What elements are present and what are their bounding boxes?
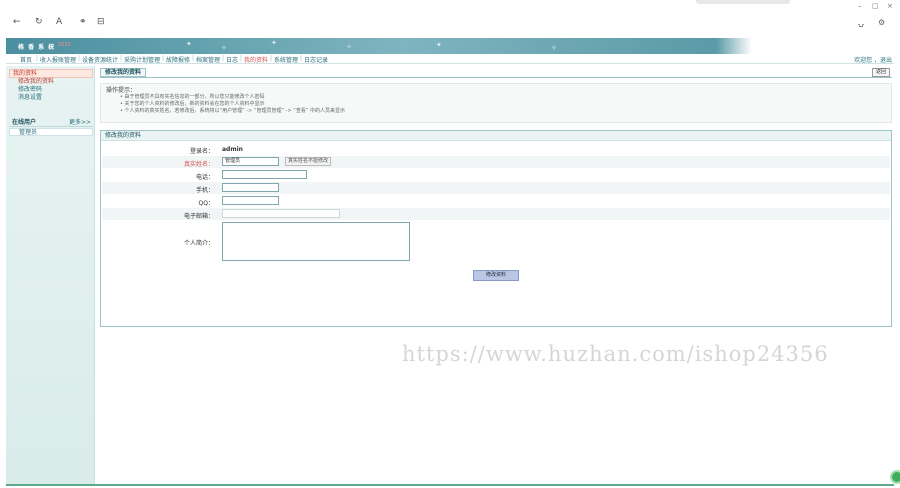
real-name-note: 真实姓名不能修改: [285, 157, 332, 166]
topnav-item-archive[interactable]: 档案管理: [196, 55, 220, 64]
close-icon[interactable]: ×: [887, 2, 893, 10]
topnav-item-income[interactable]: 收入报账管理: [40, 55, 76, 64]
extensions-icon[interactable]: ⚭: [79, 17, 87, 27]
watermark-text: https://www.huzhan.com/ishop24356: [402, 342, 829, 366]
profile-form: 修改我的资料 登录名： admin 真实姓名： 管理员 真实姓名不能修改 电话：…: [100, 130, 892, 327]
sparkle-decoration: ✧: [551, 44, 557, 52]
online-users-more-link[interactable]: 更多>>: [69, 118, 91, 127]
form-row-real-name: 真实姓名： 管理员 真实姓名不能修改: [102, 156, 890, 168]
tip-line: • 由于管理员不具有实名信息的一部分，所以您只能修改个人密码: [120, 94, 265, 100]
bottom-border: [6, 484, 894, 486]
topnav-item-log[interactable]: 日志: [226, 55, 238, 64]
sidebar-group-title[interactable]: 我的资料: [9, 69, 93, 78]
real-name-label: 真实姓名：: [183, 161, 214, 168]
tip-line: • 关于您的个人资料的修改后，新的资料会在您的个人资料中显示: [120, 101, 265, 107]
email-label: 电子邮箱：: [183, 213, 214, 220]
sidebar-item-edit-profile[interactable]: 修改我的资料: [9, 78, 93, 86]
restore-icon[interactable]: ▢: [872, 2, 879, 10]
app-title: 格 香 系 统: [18, 44, 56, 51]
form-row-intro: 个人简介：: [102, 221, 890, 262]
main-content: 修改我的资料 返回 操作提示： • 由于管理员不具有实名信息的一部分，所以您只能…: [98, 66, 894, 484]
sidebar: 我的资料 修改我的资料 修改密码 消息设置 在线用户 更多>> 管理员: [6, 66, 95, 484]
sparkle-decoration: ✧: [346, 43, 352, 51]
sidebar-group-my-profile: 我的资料 修改我的资料 修改密码 消息设置: [9, 69, 93, 102]
topnav-item-purchase[interactable]: 采购计划管理: [124, 55, 160, 64]
topnav-item-repair[interactable]: 故障报修: [166, 55, 190, 64]
qq-input[interactable]: [222, 196, 279, 205]
tabs-icon[interactable]: ⊟: [97, 17, 105, 27]
browser-chrome: – ▢ × ← ↻ A ⚭ ⊟ ⍽ ⚙: [0, 0, 900, 38]
back-arrow-icon[interactable]: ←: [13, 17, 21, 27]
reader-mode-icon[interactable]: A: [56, 17, 62, 27]
form-row-email: 电子邮箱：: [102, 208, 890, 220]
form-row-mobile: 手机：: [102, 182, 890, 194]
form-row-phone: 电话：: [102, 169, 890, 181]
tab-edit-profile[interactable]: 修改我的资料: [100, 68, 147, 77]
phone-label: 电话：: [195, 174, 214, 181]
minimize-icon[interactable]: –: [858, 2, 862, 10]
login-name-label: 登录名：: [189, 148, 214, 155]
topnav-item-log-records[interactable]: 日志记录: [304, 55, 328, 64]
intro-label: 个人简介：: [183, 240, 214, 247]
submit-button[interactable]: 修改资料: [473, 270, 519, 281]
form-row-login: 登录名： admin: [102, 144, 890, 155]
topnav-item-system[interactable]: 系统管理: [274, 55, 298, 64]
sparkle-decoration: ✧: [221, 44, 227, 52]
tips-title: 操作提示：: [106, 87, 137, 94]
tab-divider: [100, 77, 892, 78]
sparkle-decoration: ✦: [186, 40, 192, 48]
sidebar-item-change-password[interactable]: 修改密码: [9, 86, 93, 94]
online-user-item[interactable]: 管理员: [9, 128, 93, 136]
phone-input[interactable]: [222, 170, 307, 179]
topnav-item-my-profile[interactable]: 我的资料: [244, 55, 268, 64]
online-users-title: 在线用户 更多>>: [9, 118, 93, 127]
email-input[interactable]: [222, 209, 340, 218]
settings-icon[interactable]: ⚙: [878, 18, 885, 27]
app-title-tag: 2022: [58, 42, 71, 48]
sidebar-item-message-settings[interactable]: 消息设置: [9, 94, 93, 102]
app-header: 格 香 系 统 2022 ✦ ✧ ✦ ✧ ✦ ✧: [6, 38, 894, 54]
login-name-value: admin: [222, 146, 243, 153]
intro-textarea[interactable]: [222, 222, 410, 261]
topnav-item-equipment[interactable]: 设备资源统计: [82, 55, 118, 64]
form-row-qq: QQ：: [102, 195, 890, 207]
browser-tab-strip[interactable]: [696, 0, 790, 4]
mobile-label: 手机：: [195, 187, 214, 194]
form-title: 修改我的资料: [101, 131, 891, 141]
top-navigation: 首页 | 收入报账管理 | 设备资源统计 | 采购计划管理 | 故障报修 | 档…: [6, 54, 894, 64]
user-logout-link[interactable]: 欢迎您 ，退出: [854, 55, 892, 64]
online-users-label: 在线用户: [12, 119, 37, 126]
qq-label: QQ：: [198, 200, 214, 207]
tips-panel: 操作提示： • 由于管理员不具有实名信息的一部分，所以您只能修改个人密码 • 关…: [100, 83, 892, 123]
mobile-input[interactable]: [222, 183, 279, 192]
sidebar-online-users: 在线用户 更多>> 管理员: [9, 118, 93, 136]
sparkle-decoration: ✦: [436, 41, 442, 49]
refresh-icon[interactable]: ↻: [35, 17, 43, 27]
sparkle-decoration: ✦: [271, 39, 277, 47]
topnav-item-home[interactable]: 首页: [20, 55, 32, 64]
share-icon[interactable]: ⍽: [858, 18, 864, 27]
real-name-input[interactable]: 管理员: [222, 157, 279, 166]
floating-badge-icon[interactable]: [890, 470, 900, 484]
back-button[interactable]: 返回: [871, 68, 890, 77]
tip-line: • 个人资料的真实姓名，若修改后，系统将以“用户管理” -> “管理员管理” -…: [120, 108, 346, 114]
